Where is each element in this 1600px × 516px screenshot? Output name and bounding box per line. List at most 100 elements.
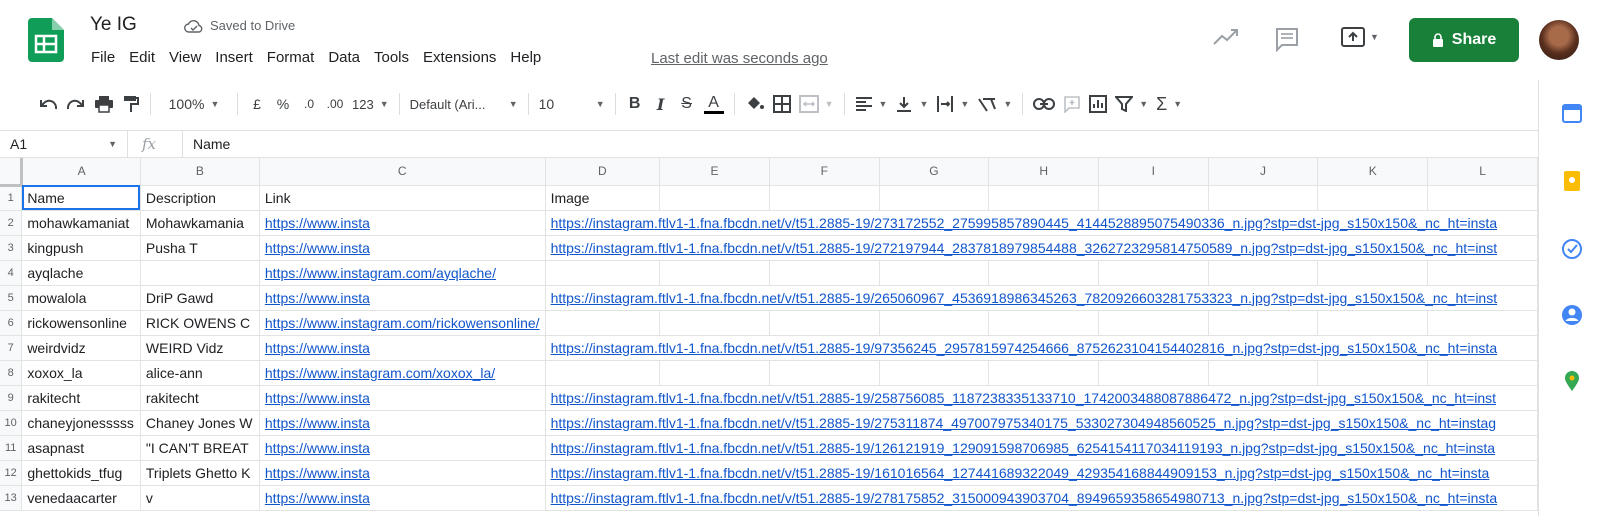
cell-d[interactable]: https://instagram.ftlv1-1.fna.fbcdn.net/… — [545, 460, 1538, 486]
cell-empty[interactable] — [1098, 360, 1209, 386]
cell-a[interactable]: venedaacarter — [21, 485, 141, 511]
cell-c[interactable]: https://www.insta — [259, 435, 546, 461]
menu-view[interactable]: View — [162, 49, 208, 66]
menu-extensions[interactable]: Extensions — [416, 49, 503, 66]
cell-empty[interactable] — [1208, 360, 1319, 386]
cell-empty[interactable] — [988, 185, 1099, 211]
insert-link-button[interactable] — [1029, 90, 1059, 118]
column-header[interactable]: I — [1098, 158, 1209, 186]
cell-d[interactable]: https://instagram.ftlv1-1.fna.fbcdn.net/… — [545, 235, 1538, 261]
cell-b[interactable]: Triplets Ghetto K — [140, 460, 260, 486]
paint-format-button[interactable] — [118, 90, 144, 118]
cell-a[interactable]: ghettokids_tfug — [21, 460, 141, 486]
cell-empty[interactable] — [988, 360, 1099, 386]
font-family-select[interactable]: Default (Ari... ▼ — [406, 90, 522, 118]
cell-b[interactable]: alice-ann — [140, 360, 260, 386]
cell-c[interactable]: https://www.insta — [259, 335, 546, 361]
cell-empty[interactable] — [1427, 360, 1538, 386]
cell-a[interactable]: rakitecht — [21, 385, 141, 411]
filter-button[interactable]: ▼ — [1111, 90, 1152, 118]
row-header[interactable]: 1 — [0, 185, 23, 211]
font-size-select[interactable]: 10 ▼ — [535, 90, 609, 118]
comment-icon[interactable] — [1274, 26, 1300, 52]
bold-button[interactable]: B — [622, 90, 648, 118]
zoom-select[interactable]: 100% ▼ — [157, 90, 231, 118]
cell-d[interactable] — [545, 360, 661, 386]
column-header[interactable]: C — [259, 158, 546, 186]
menu-tools[interactable]: Tools — [367, 49, 416, 66]
present-button[interactable]: ▼ — [1340, 26, 1379, 48]
sheets-logo-icon[interactable] — [28, 18, 64, 62]
menu-help[interactable]: Help — [503, 49, 548, 66]
cell-empty[interactable] — [1427, 185, 1538, 211]
cell-c[interactable]: https://www.insta — [259, 285, 546, 311]
cell-empty[interactable] — [1427, 310, 1538, 336]
row-header[interactable]: 3 — [0, 235, 23, 261]
column-header[interactable]: J — [1208, 158, 1319, 186]
cell-d[interactable]: https://instagram.ftlv1-1.fna.fbcdn.net/… — [545, 435, 1538, 461]
cell-b[interactable]: v — [140, 485, 260, 511]
avatar[interactable] — [1539, 20, 1579, 60]
strikethrough-button[interactable]: S — [674, 90, 700, 118]
cell-empty[interactable] — [879, 185, 990, 211]
text-wrap-button[interactable]: ▼ — [932, 90, 973, 118]
row-header[interactable]: 11 — [0, 435, 23, 461]
column-header[interactable]: B — [140, 158, 260, 186]
cell-c[interactable]: https://www.insta — [259, 235, 546, 261]
row-header[interactable]: 2 — [0, 210, 23, 236]
contacts-icon[interactable] — [1561, 304, 1583, 326]
row-header[interactable]: 6 — [0, 310, 23, 336]
cell-a[interactable]: ayqlache — [21, 260, 141, 286]
cell-empty[interactable] — [769, 310, 880, 336]
cell-empty[interactable] — [659, 185, 770, 211]
row-header[interactable]: 8 — [0, 360, 23, 386]
menu-format[interactable]: Format — [260, 49, 322, 66]
cell-b[interactable]: Chaney Jones W — [140, 410, 260, 436]
cell-b[interactable]: Pusha T — [140, 235, 260, 261]
cell-empty[interactable] — [879, 260, 990, 286]
decrease-decimal-button[interactable]: .0 — [296, 90, 322, 118]
column-header[interactable]: L — [1427, 158, 1538, 186]
row-header[interactable]: 9 — [0, 385, 23, 411]
cell-empty[interactable] — [988, 310, 1099, 336]
cell-a[interactable]: weirdvidz — [21, 335, 141, 361]
column-header[interactable]: D — [545, 158, 661, 186]
cell-a[interactable]: xoxox_la — [21, 360, 141, 386]
insert-chart-button[interactable] — [1085, 90, 1111, 118]
print-button[interactable] — [90, 90, 118, 118]
calendar-icon[interactable] — [1561, 102, 1583, 124]
cell-a[interactable]: kingpush — [21, 235, 141, 261]
cell-empty[interactable] — [1317, 185, 1429, 211]
cell-a[interactable]: asapnast — [21, 435, 141, 461]
cell-c[interactable]: https://www.insta — [259, 460, 546, 486]
menu-edit[interactable]: Edit — [122, 49, 162, 66]
menu-data[interactable]: Data — [321, 49, 367, 66]
cell-d[interactable]: https://instagram.ftlv1-1.fna.fbcdn.net/… — [545, 485, 1538, 511]
keep-notes-icon[interactable] — [1561, 170, 1583, 192]
cell-d[interactable]: https://instagram.ftlv1-1.fna.fbcdn.net/… — [545, 410, 1538, 436]
cell-d[interactable] — [545, 260, 661, 286]
italic-button[interactable]: I — [648, 90, 674, 118]
row-header[interactable]: 10 — [0, 410, 23, 436]
cell-empty[interactable] — [659, 260, 770, 286]
insert-comment-button[interactable] — [1059, 90, 1085, 118]
cell-a[interactable]: chaneyjonesssss — [21, 410, 141, 436]
cell-d[interactable] — [545, 310, 661, 336]
cell-c[interactable]: https://www.insta — [259, 385, 546, 411]
cell-empty[interactable] — [1317, 360, 1429, 386]
row-header[interactable]: 12 — [0, 460, 23, 486]
cell-b[interactable]: "I CAN'T BREAT — [140, 435, 260, 461]
currency-button[interactable]: £ — [244, 90, 270, 118]
cell-b[interactable] — [140, 260, 260, 286]
name-box[interactable]: A1 ▼ — [0, 131, 128, 157]
cell-empty[interactable] — [1098, 260, 1209, 286]
cell-c[interactable]: https://www.instagram.com/ayqlache/ — [259, 260, 546, 286]
cell-a[interactable]: mohawkamaniat — [21, 210, 141, 236]
fill-color-button[interactable] — [741, 90, 769, 118]
share-button[interactable]: Share — [1409, 18, 1519, 62]
cell-b[interactable]: rakitecht — [140, 385, 260, 411]
cell-b[interactable]: RICK OWENS C — [140, 310, 260, 336]
cell-empty[interactable] — [769, 260, 880, 286]
cell-a[interactable]: mowalola — [21, 285, 141, 311]
activity-trend-icon[interactable] — [1212, 26, 1240, 50]
